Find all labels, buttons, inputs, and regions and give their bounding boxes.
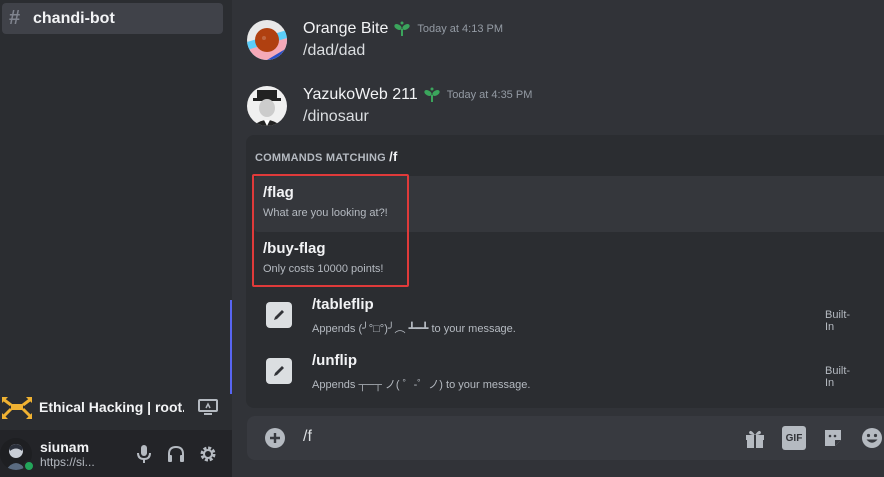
screen-share-icon[interactable] [198,397,218,417]
scroll-accent [230,300,232,394]
user-status: https://si... [40,454,95,469]
user-controls [132,442,220,466]
sticker-icon[interactable] [821,426,845,450]
message-header: Orange Bite Today at 4:13 PM [303,20,503,38]
message-header: YazukoWeb 211 Today at 4:35 PM [303,86,532,104]
message-timestamp: Today at 4:35 PM [446,89,533,101]
message-input[interactable] [303,428,723,446]
gif-icon[interactable]: GIF [782,426,806,450]
user-info[interactable]: siunam https://si... [40,439,118,469]
command-name: /tableflip [312,296,374,313]
message-content: /dinosaur [303,108,369,125]
pencil-icon [266,302,292,328]
voice-channel-label: Ethical Hacking | root... [39,399,184,415]
emoji-icon[interactable] [860,426,884,450]
plus-circle-icon[interactable] [264,427,286,449]
network-icon [0,390,34,424]
channel-name: chandi-bot [33,9,115,27]
highlight-box [252,174,409,287]
user-name: siunam [40,438,90,455]
autocomplete-header-query: /f [389,149,398,164]
online-status-indicator [23,459,35,472]
pencil-icon [266,358,292,384]
mic-icon[interactable] [132,442,156,466]
command-option-tableflip[interactable]: /tableflip Appends (╯°□°)╯︵ ┻━┻ to your … [266,296,856,338]
sprout-badge-icon [393,20,411,38]
gear-icon[interactable] [196,442,220,466]
voice-channel-bar[interactable]: Ethical Hacking | root... [0,384,232,430]
user-panel: siunam https://si... [0,430,232,477]
command-name: /unflip [312,352,357,369]
message-username[interactable]: YazukoWeb 211 [303,86,418,104]
autocomplete-header-label: COMMANDS MATCHING [255,152,386,164]
command-description: Appends (╯°□°)╯︵ ┻━┻ to your message. [312,323,516,335]
command-source: Built-In [825,309,851,333]
command-source: Built-In [825,365,851,389]
message-content: /dad/dad [303,42,366,59]
message-composer: GIF [247,416,884,460]
autocomplete-header: COMMANDS MATCHING /f [255,149,398,164]
avatar[interactable] [0,437,35,472]
message-username[interactable]: Orange Bite [303,20,388,38]
avatar[interactable] [247,86,287,126]
command-option-unflip[interactable]: /unflip Appends ┬─┬ ノ( ゜-゜ノ) to your mes… [266,352,856,394]
sprout-badge-icon [423,86,441,104]
gift-icon[interactable] [743,426,767,450]
message-timestamp: Today at 4:13 PM [417,23,503,35]
composer-actions: GIF [743,426,884,450]
hash-icon: # [9,7,21,29]
headphones-icon[interactable] [164,442,188,466]
channel-item-chandi-bot[interactable]: # chandi-bot [2,3,223,34]
avatar[interactable] [247,20,287,60]
command-description: Appends ┬─┬ ノ( ゜-゜ノ) to your message. [312,379,531,391]
channel-sidebar: # chandi-bot Ethical Hacking | root... s… [0,0,232,477]
